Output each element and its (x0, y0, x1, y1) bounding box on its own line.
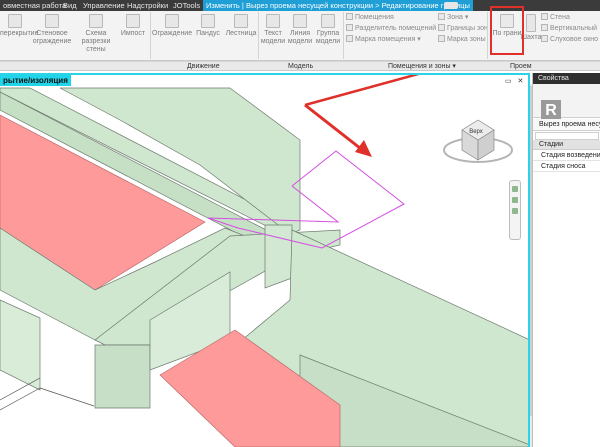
room-label: Помещения (355, 14, 394, 21)
nav-zoom-icon[interactable] (512, 197, 518, 203)
floor-icon (8, 14, 22, 28)
tab-manage[interactable]: Управление (80, 0, 128, 11)
ribbon-separator (258, 12, 259, 59)
railing-button[interactable]: Ограждение (152, 14, 192, 38)
panel-label-rooms-zones: Помещения и зоны ▾ (388, 63, 456, 70)
room-tag-button[interactable]: Марка помещения ▾ (346, 35, 421, 45)
by-face-highlight-box (490, 6, 524, 55)
dormer-opening-label: Слуховое окно (550, 36, 599, 43)
property-phase-demolished[interactable]: Стадия сноса (533, 162, 600, 172)
railing-label: Ограждение (152, 30, 193, 37)
properties-panel: Свойства R Вырез проема несущ Стадии Ста… (532, 73, 600, 447)
tab-modify-opening[interactable]: Изменить | Вырез проема несущей конструк… (203, 0, 473, 11)
railing-icon (165, 14, 179, 28)
curtain-wall-icon (45, 14, 59, 28)
view-window-controls[interactable]: ▭ ✕ (505, 77, 525, 85)
model-line-label: Линия модели (287, 30, 313, 45)
tab-view[interactable]: Вид (60, 0, 80, 11)
tab-addins[interactable]: Надстройки (124, 0, 171, 11)
model-group-button[interactable]: Группа модели (314, 14, 342, 46)
dormer-opening-icon (541, 35, 548, 42)
curtain-grid-button[interactable]: Схема разрезки стены (73, 14, 119, 54)
area-label: Зона ▾ (447, 14, 469, 21)
mullion-button[interactable]: Импост (120, 14, 146, 38)
model-text-button[interactable]: Текст модели (260, 14, 286, 46)
area-tag-button[interactable]: Марка зоны (438, 35, 486, 45)
wall-opening-button[interactable]: Стена (541, 13, 570, 23)
tab-collaborate[interactable]: овместная работа (0, 0, 69, 11)
properties-type-selector[interactable]: R (533, 84, 600, 122)
mullion-label: Импост (120, 30, 146, 37)
properties-instance-filter[interactable] (535, 132, 599, 140)
curtain-wall-button[interactable]: Стеновое ограждение (32, 14, 72, 46)
room-tag-icon (346, 35, 353, 42)
panel-label-opening: Проем (510, 63, 532, 70)
room-tag-label: Марка помещения ▾ (355, 36, 421, 43)
ribbon-toggle-icon[interactable] (444, 2, 458, 9)
panel-label-movement: Движение (187, 63, 220, 70)
curtain-grid-icon (89, 14, 103, 28)
ribbon-panel-labels: Движение Модель Помещения и зоны ▾ Проем (0, 61, 600, 71)
area-tag-label: Марка зоны (447, 36, 486, 43)
dormer-opening-button[interactable]: Слуховое окно (541, 35, 598, 45)
wall-opening-icon (541, 13, 548, 20)
properties-title: Свойства (533, 73, 600, 84)
area-button[interactable]: Зона ▾ (438, 13, 468, 23)
ramp-label: Пандус (196, 30, 220, 37)
view-title: рытие/изоляция (0, 75, 71, 86)
ribbon: перекрытие Стеновое ограждение Схема раз… (0, 6, 600, 71)
properties-type-name: Вырез проема несущ (533, 119, 600, 131)
model-group-label: Группа модели (315, 30, 341, 45)
room-separator-label: Разделитель помещений (355, 25, 437, 32)
area-icon (438, 13, 445, 20)
area-boundary-button[interactable]: Границы зон (438, 24, 488, 34)
ribbon-separator (150, 12, 151, 59)
tab-jotools[interactable]: JOTools (170, 0, 203, 11)
ramp-icon (201, 14, 215, 28)
wall-opening-label: Стена (550, 14, 570, 21)
room-icon (346, 13, 353, 20)
ramp-button[interactable]: Пандус (193, 14, 223, 38)
navigation-bar[interactable] (509, 180, 521, 240)
vertical-opening-icon (541, 24, 548, 31)
model-text-icon (266, 14, 280, 28)
stair-icon (234, 14, 248, 28)
area-boundary-label: Границы зон (447, 25, 488, 32)
curtain-grid-label: Схема разрезки стены (81, 30, 111, 53)
nav-pan-icon[interactable] (512, 208, 518, 214)
model-line-icon (293, 14, 307, 28)
ribbon-separator (487, 12, 488, 59)
room-button[interactable]: Помещения (346, 13, 394, 23)
stair-button[interactable]: Лестница (223, 14, 259, 38)
area-tag-icon (438, 35, 445, 42)
mullion-icon (126, 14, 140, 28)
floor-button[interactable]: перекрытие (0, 14, 38, 38)
model-text-label: Текст модели (260, 30, 286, 45)
nav-wheel-icon[interactable] (512, 186, 518, 192)
model-group-icon (321, 14, 335, 28)
view-frame (0, 73, 530, 447)
property-phase-created[interactable]: Стадия возведения (533, 151, 600, 161)
model-line-button[interactable]: Линия модели (287, 14, 313, 46)
stair-label: Лестница (225, 30, 257, 37)
ribbon-separator (343, 12, 344, 59)
room-separator-icon (346, 24, 353, 31)
shaft-icon (526, 14, 536, 32)
area-boundary-icon (438, 24, 445, 31)
vertical-opening-button[interactable]: Вертикальный (541, 24, 597, 34)
room-separator-button[interactable]: Разделитель помещений (346, 24, 436, 34)
panel-label-model: Модель (288, 63, 314, 70)
curtain-wall-label: Стеновое ограждение (32, 30, 72, 45)
vertical-opening-label: Вертикальный (550, 25, 598, 32)
properties-group-phasing[interactable]: Стадии (533, 140, 600, 150)
properties-title-text: Свойства (538, 75, 569, 82)
